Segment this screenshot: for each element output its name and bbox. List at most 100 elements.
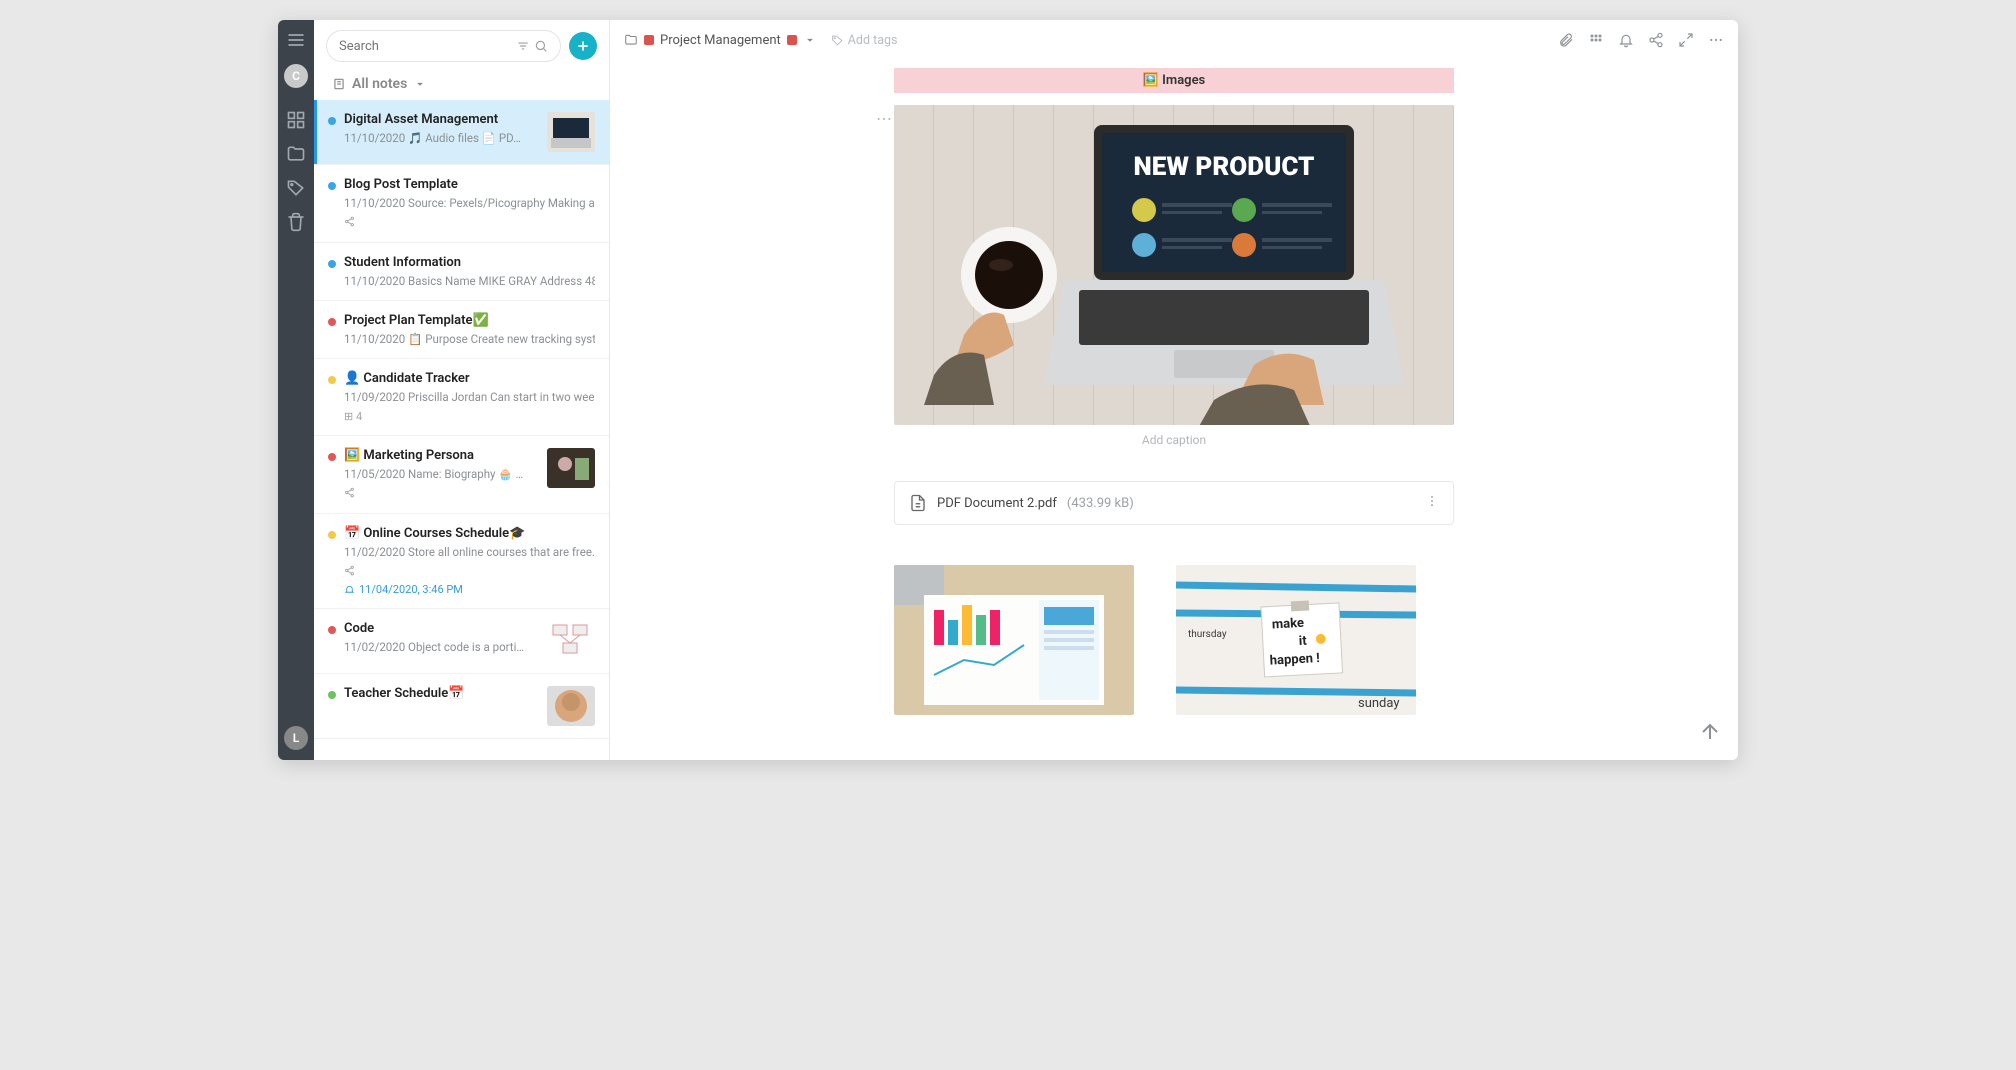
add-tags-label: Add tags [848,33,898,48]
note-snippet: 11/10/2020 Basics Name MIKE GRAY Address… [344,274,595,288]
apps-icon[interactable] [1588,32,1604,48]
image-caption-placeholder[interactable]: Add caption [894,433,1454,447]
images-heading-icon: 🖼️ [1143,73,1159,88]
note-body: 🖼️ Marketing Persona11/05/2020 Name: Bio… [344,448,541,501]
filter-icon[interactable] [516,39,530,53]
svg-text:thursday: thursday [1188,629,1227,640]
hero-image[interactable]: NEW PRODUCT [894,105,1454,425]
pdf-size: (433.99 kB) [1067,496,1134,511]
note-item[interactable]: Project Plan Template✅ 11/10/2020 📋 Purpo… [314,301,609,359]
images-heading: 🖼️ Images [894,68,1454,93]
note-color-dot [328,626,336,634]
grid-icon[interactable] [286,110,306,130]
note-list[interactable]: Digital Asset Management11/10/2020 🎵 Aud… [314,100,609,760]
expand-icon[interactable] [1678,32,1694,48]
note-title: 📅 Online Courses Schedule🎓 [344,526,595,541]
note-color-dot [328,453,336,461]
note-title: Blog Post Template [344,177,595,192]
main-area: Project Management Add tags 🖼️ [610,20,1738,760]
note-body: Digital Asset Management11/10/2020 🎵 Aud… [344,112,541,152]
notes-section-header[interactable]: All notes [314,72,609,100]
svg-text:happen !: happen ! [1269,651,1320,669]
folder-outline-icon [624,33,638,47]
note-thumbnail [547,448,595,488]
breadcrumb-folder: Project Management [660,33,781,48]
tag-outline-icon [831,34,844,47]
note-title: Digital Asset Management [344,112,541,127]
note-item[interactable]: Student Information 11/10/2020 Basics Nam… [314,243,609,301]
add-tags-button[interactable]: Add tags [831,33,898,48]
note-title: Project Plan Template✅ [344,313,595,328]
search-icon[interactable] [534,39,548,53]
breadcrumb[interactable]: Project Management [624,33,817,48]
note-thumbnail [547,686,595,726]
note-color-dot [328,182,336,190]
note-snippet: 11/02/2020 Store all online courses that… [344,545,595,559]
note-color-dot [328,117,336,125]
svg-text:NEW PRODUCT: NEW PRODUCT [1134,152,1315,182]
note-snippet: 11/02/2020 Object code is a porti… [344,640,541,654]
drag-handle-icon[interactable]: ⋯ [876,109,892,128]
note-color-dot [328,260,336,268]
trash-icon[interactable] [286,212,306,232]
note-body: 📅 Online Courses Schedule🎓 11/02/2020 Sto… [344,526,595,596]
search-box[interactable] [326,30,561,62]
note-item[interactable]: 👤 Candidate Tracker11/09/2020 Priscilla … [314,359,609,436]
tag-icon[interactable] [286,178,306,198]
grid-image-2[interactable]: thursdaysundaymakeithappen ! [1176,565,1416,715]
pdf-filename: PDF Document 2.pdf [937,496,1057,511]
svg-text:sunday: sunday [1358,696,1400,711]
note-thumbnail [547,621,595,661]
grid-image-1[interactable] [894,565,1134,715]
bell-icon[interactable] [1618,32,1634,48]
note-reminder: 11/04/2020, 3:46 PM [344,583,595,596]
note-color-dot [328,531,336,539]
file-icon [909,494,927,512]
note-item[interactable]: Digital Asset Management11/10/2020 🎵 Aud… [314,100,609,165]
share-icon[interactable] [1648,32,1664,48]
note-body: Code 11/02/2020 Object code is a porti… [344,621,541,661]
menu-icon[interactable] [286,30,306,50]
note-title: Student Information [344,255,595,270]
note-sub-row [344,487,541,501]
secondary-avatar[interactable]: L [284,726,308,750]
folder-icon[interactable] [286,144,306,164]
note-item[interactable]: Blog Post Template11/10/2020 Source: Pex… [314,165,609,243]
header-actions [1558,32,1724,48]
chevron-down-icon[interactable] [803,33,817,47]
app-window: C L [278,20,1738,760]
notes-column: All notes Digital Asset Management11/10/… [314,20,610,760]
note-snippet: 11/09/2020 Priscilla Jordan Can start in… [344,390,595,404]
note-content[interactable]: 🖼️ Images ⋯ [610,60,1738,760]
stack-icon [332,77,346,91]
note-title: Teacher Schedule📅 [344,686,541,701]
share-indicator-icon [344,487,355,501]
note-sub-row: ⊞ 4 [344,410,595,423]
note-body: 👤 Candidate Tracker11/09/2020 Priscilla … [344,371,595,423]
note-item[interactable]: Code 11/02/2020 Object code is a porti… [314,609,609,674]
note-body: Blog Post Template11/10/2020 Source: Pex… [344,177,595,230]
note-color-dot [328,376,336,384]
note-body: Student Information 11/10/2020 Basics Nam… [344,255,595,288]
scroll-top-button[interactable] [1698,720,1722,744]
folder-color-chip-after [787,35,797,45]
note-item[interactable]: Teacher Schedule📅 [314,674,609,739]
note-color-dot [328,318,336,326]
pdf-attachment[interactable]: PDF Document 2.pdf (433.99 kB) [894,481,1454,525]
note-item[interactable]: 🖼️ Marketing Persona11/05/2020 Name: Bio… [314,436,609,514]
hero-image-block[interactable]: ⋯ NEW PRODUCT [894,105,1454,447]
note-item[interactable]: 📅 Online Courses Schedule🎓 11/02/2020 Sto… [314,514,609,609]
notes-section-label: All notes [352,76,407,92]
pdf-more-icon[interactable] [1425,494,1439,512]
more-icon[interactable] [1708,32,1724,48]
sub-count-icon: ⊞ 4 [344,410,362,423]
folder-color-chip [644,35,654,45]
search-input[interactable] [339,39,510,54]
note-title: Code [344,621,541,636]
note-snippet: 11/10/2020 📋 Purpose Create new tracking… [344,332,595,346]
attachment-icon[interactable] [1558,32,1574,48]
user-avatar[interactable]: C [284,64,308,88]
note-sub-row [344,216,595,230]
share-indicator-icon [344,565,355,579]
add-note-button[interactable] [569,32,597,60]
